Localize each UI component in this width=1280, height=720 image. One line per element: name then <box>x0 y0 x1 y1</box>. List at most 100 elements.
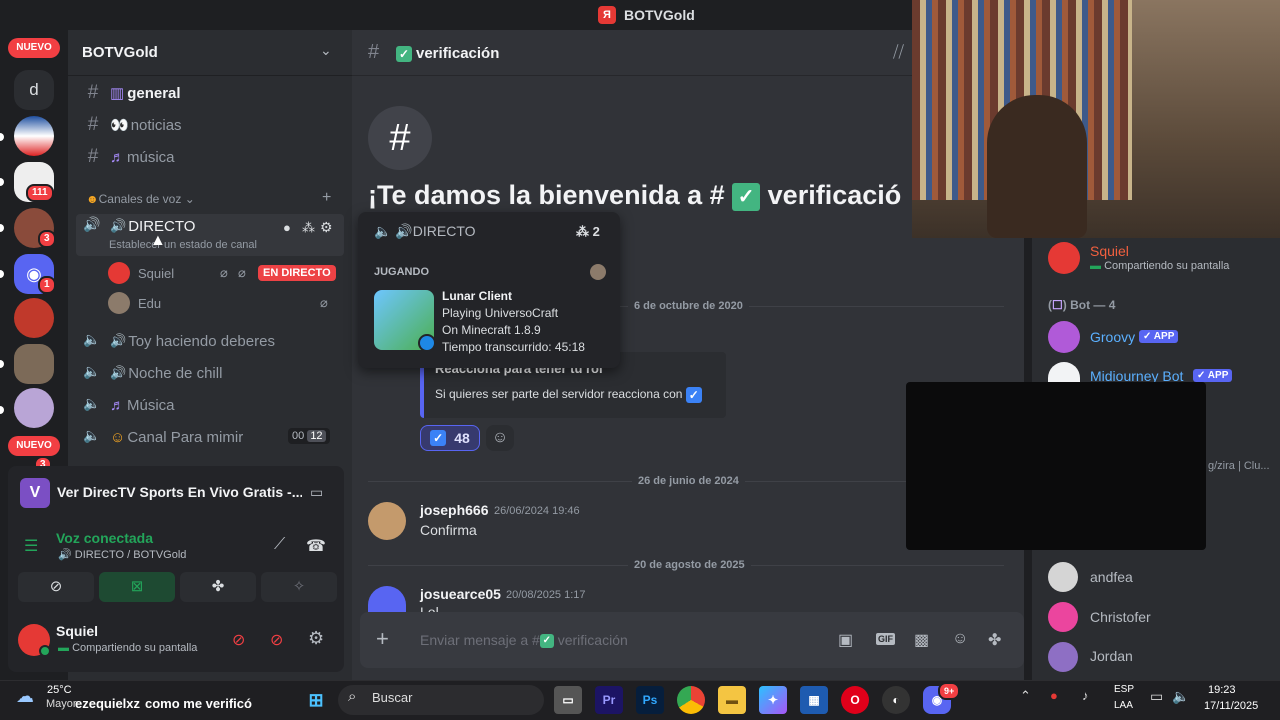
apps-icon[interactable]: ✤ <box>988 630 1001 650</box>
server-icon-pumpkin[interactable] <box>14 298 54 338</box>
sticker-icon[interactable]: ▩ <box>914 630 929 650</box>
chevron-down-icon[interactable]: ⌄ <box>320 42 332 59</box>
checkmark-icon: ✓ <box>539 634 554 649</box>
voice-channel-deberes[interactable]: 🔈 🔊 Toy haciendo deberes <box>82 327 275 355</box>
voice-channel-mimir[interactable]: 🔈 ☺ Canal Para mimir <box>82 423 243 451</box>
person <box>987 95 1087 238</box>
voice-status-sub[interactable]: 🔊 DIRECTO / BOTVGold <box>58 548 186 561</box>
add-reaction-icon[interactable]: ☺ <box>486 425 514 451</box>
gear-icon[interactable]: ⚙ <box>320 219 333 236</box>
embed-body-text: Si quieres ser parte del servidor reacci… <box>435 387 683 402</box>
add-member-icon[interactable]: ⁂ <box>302 220 315 236</box>
voice-channel-label: Canal Para mimir <box>127 428 244 446</box>
popout-count: ⁂ 2 <box>576 224 600 240</box>
noise-suppression-icon[interactable]: ⟋ <box>274 536 285 554</box>
signal-icon[interactable]: ☰ <box>24 536 38 556</box>
voice-user-edu[interactable]: Edu <box>108 291 161 315</box>
user-name[interactable]: Squiel <box>56 623 98 639</box>
live-badge: EN DIRECTO <box>258 265 336 281</box>
gif-icon[interactable]: GIF <box>876 633 895 645</box>
avatar[interactable] <box>368 502 406 540</box>
server-icon-flag[interactable] <box>14 116 54 156</box>
voice-category[interactable]: ☻Canales de voz ⌄ <box>86 192 195 206</box>
windows-start-icon[interactable]: ⊞ <box>302 686 330 714</box>
avatar[interactable] <box>1048 321 1080 353</box>
add-channel-icon[interactable]: + <box>322 189 331 207</box>
message-text: Confirma <box>420 522 477 538</box>
dm-server-icon[interactable]: d <box>14 70 54 110</box>
member-name[interactable]: Squiel <box>1090 243 1129 259</box>
channel-musica[interactable]: # ♬ música <box>82 143 175 171</box>
voice-user-squiel[interactable]: Squiel <box>108 261 174 285</box>
voice-status-title[interactable]: Voz conectada <box>56 530 153 546</box>
attach-plus-icon[interactable]: + <box>376 627 389 651</box>
robot-icon: ☐ <box>1052 298 1063 312</box>
message-author[interactable]: josuearce05 <box>420 586 501 602</box>
welcome-heading: ¡Te damos la bienvenida a # ✓ verificaci… <box>368 180 912 211</box>
channel-noticias[interactable]: # 👀 noticias <box>82 111 182 139</box>
chevron-up-icon[interactable]: ⌃ <box>1020 688 1031 704</box>
app-icon[interactable]: ◐ <box>882 686 910 714</box>
share-screen-button[interactable]: ⊠ <box>99 572 175 602</box>
message-placeholder[interactable]: Enviar mensaje a # ✓ verificación <box>420 632 628 649</box>
camera-off-button[interactable]: ⊘ <box>18 572 94 602</box>
clock-date[interactable]: 17/11/2025 <box>1204 700 1258 712</box>
microphone-icon[interactable]: ♪ <box>1082 688 1089 703</box>
new-badge[interactable]: NUEVO <box>8 436 60 456</box>
avatar[interactable] <box>1048 642 1078 672</box>
weather-temp[interactable]: 25°C <box>47 684 72 696</box>
member-name[interactable]: andfea <box>1090 569 1133 585</box>
activities-button[interactable]: ✤ <box>180 572 256 602</box>
voice-channel-musica[interactable]: 🔈 ♬ Música <box>82 391 174 419</box>
threads-icon[interactable]: ⧸⧸ <box>893 44 904 62</box>
mic-muted-icon[interactable]: ⊘ <box>232 630 245 650</box>
channel-general[interactable]: # ▥ general <box>82 79 181 107</box>
avatar[interactable] <box>1048 242 1080 274</box>
channel-status[interactable]: Establecer un estado de canal <box>109 239 257 251</box>
store-icon[interactable]: ▦ <box>800 686 828 714</box>
tray-app-icon[interactable]: ● <box>1050 688 1058 703</box>
network-icon[interactable]: ▭ <box>1150 688 1163 705</box>
member-name[interactable]: Groovy <box>1090 329 1135 345</box>
mention-count-badge: 3 <box>38 230 56 248</box>
notification-badge: 9+ <box>938 682 961 700</box>
emoji-icon[interactable]: ☺ <box>952 630 968 648</box>
language-layout[interactable]: LAA <box>1114 700 1133 711</box>
soundboard-button[interactable]: ✧ <box>261 572 337 602</box>
opera-icon[interactable]: O <box>841 686 869 714</box>
chat-bubble-icon[interactable]: ● <box>283 220 291 235</box>
disconnect-icon[interactable]: ☎ <box>306 536 326 556</box>
copilot-icon[interactable]: ✦ <box>759 686 787 714</box>
member-name[interactable]: Christofer <box>1090 609 1151 625</box>
weather-icon[interactable]: ☁ <box>16 686 34 707</box>
volume-icon[interactable]: 🔈 <box>1172 688 1189 705</box>
online-status-dot <box>39 645 51 657</box>
gear-icon[interactable]: ⚙ <box>308 628 324 649</box>
member-name[interactable]: Jordan <box>1090 648 1133 664</box>
headphones-muted-icon[interactable]: ⊘ <box>270 630 283 650</box>
premiere-icon[interactable]: Pr <box>595 686 623 714</box>
member-status: g/zira | Clu... <box>1208 460 1270 472</box>
speaker-emoji-icon: 🔊 <box>110 333 127 348</box>
voice-user-name: Squiel <box>138 265 175 281</box>
task-view-icon[interactable]: ▭ <box>554 686 582 714</box>
photoshop-icon[interactable]: Ps <box>636 686 664 714</box>
server-icon-anime[interactable] <box>14 388 54 428</box>
avatar[interactable] <box>1048 562 1078 592</box>
avatar[interactable] <box>1048 602 1078 632</box>
server-icon-photo[interactable] <box>14 344 54 384</box>
voice-channel-chill[interactable]: 🔈 🔊 Noche de chill <box>82 359 222 387</box>
taskbar-search[interactable] <box>338 685 544 715</box>
speaker-icon: 🔈 <box>83 331 101 347</box>
file-explorer-icon[interactable]: ▬ <box>718 686 746 714</box>
clock-time[interactable]: 19:23 <box>1208 684 1236 696</box>
reaction-button[interactable]: ✓ 48 <box>420 425 480 451</box>
gift-icon[interactable]: ▣ <box>838 630 853 650</box>
voice-channel-directo[interactable]: 🔊 🔊 DIRECTO <box>82 212 195 240</box>
screen-icon[interactable]: ▭ <box>310 484 323 501</box>
speaker-emoji-icon: 🔊 <box>395 223 413 239</box>
language-code[interactable]: ESP <box>1114 684 1134 695</box>
new-badge[interactable]: NUEVO <box>8 38 60 58</box>
chrome-icon[interactable] <box>677 686 705 714</box>
message-author[interactable]: joseph666 <box>420 502 488 518</box>
